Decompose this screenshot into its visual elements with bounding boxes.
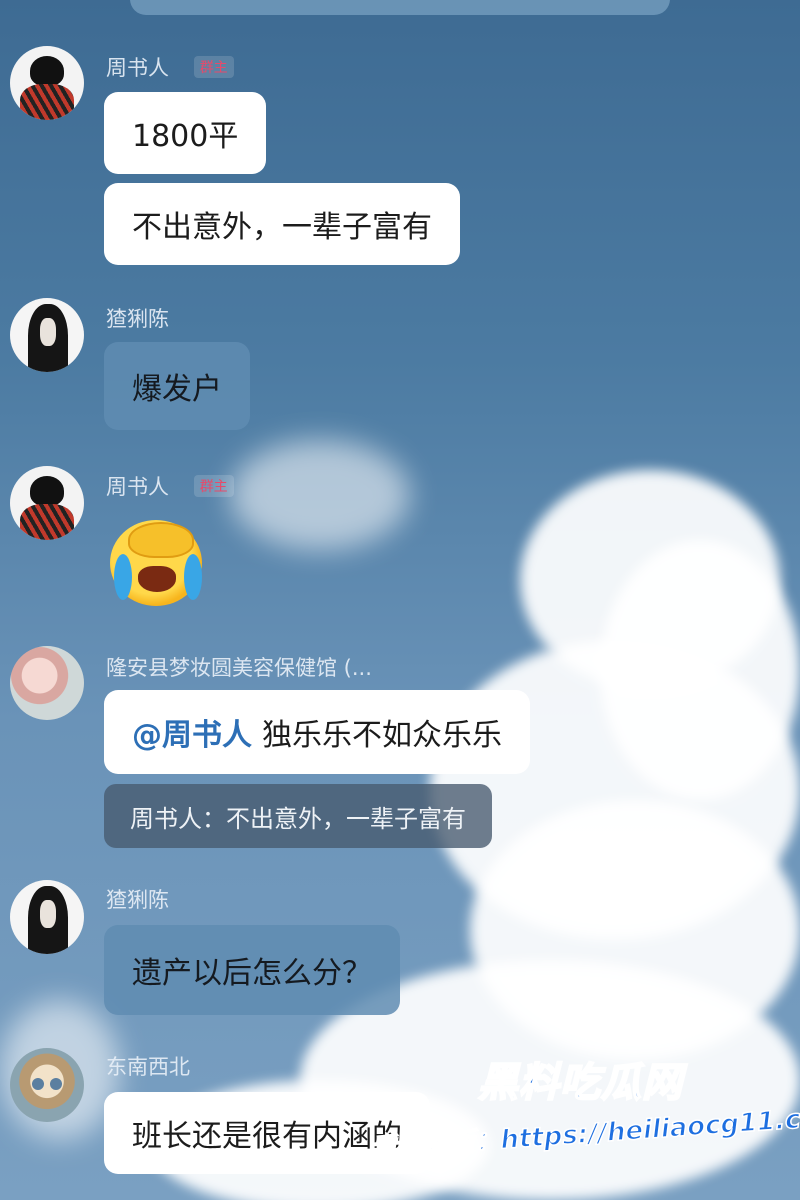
sender-label: 猹猁陈 xyxy=(106,888,169,912)
sender-label: 隆安县梦妆圆美容保健馆 (... xyxy=(106,656,372,680)
previous-message-bubble xyxy=(130,0,670,15)
message-bubble[interactable]: @周书人 独乐乐不如众乐乐 xyxy=(104,690,530,774)
sender-name: 猹猁陈 xyxy=(106,303,169,333)
sender-name: 猹猁陈 xyxy=(106,884,169,914)
sender-label: 东南西北 xyxy=(106,1055,190,1079)
message-bubble[interactable]: 1800平 xyxy=(104,92,267,174)
tear-shape xyxy=(184,554,202,600)
avatar[interactable] xyxy=(10,646,84,720)
mention-link[interactable]: @周书人 xyxy=(132,710,252,754)
sender-name: 隆安县梦妆圆美容保健馆 (... xyxy=(106,652,372,682)
quoted-message[interactable]: 周书人：不出意外，一辈子富有 xyxy=(104,784,492,848)
sender-name: 周书人 群主 xyxy=(106,471,234,501)
sender-name: 周书人 群主 xyxy=(106,52,234,82)
avatar[interactable] xyxy=(10,298,84,372)
avatar[interactable] xyxy=(10,1048,84,1122)
message-text: 独乐乐不如众乐乐 xyxy=(262,718,502,753)
watermark: 黑料吃瓜网 看完整版：https://heiliaocg11.com xyxy=(369,1050,800,1190)
avatar[interactable] xyxy=(10,466,84,540)
owner-badge: 群主 xyxy=(193,475,234,497)
avatar[interactable] xyxy=(10,880,84,954)
watermark-brand: 黑料吃瓜网 xyxy=(477,1059,683,1107)
message-bubble[interactable]: 爆发户 xyxy=(104,342,250,430)
owner-badge: 群主 xyxy=(193,56,234,78)
laugh-cry-emoji-icon[interactable] xyxy=(110,520,202,606)
mouth-shape xyxy=(138,566,176,592)
sender-label: 周书人 xyxy=(106,56,169,80)
message-bubble[interactable]: 遗产以后怎么分？ xyxy=(104,925,400,1015)
sender-label: 猹猁陈 xyxy=(106,307,169,331)
sender-label: 周书人 xyxy=(106,475,169,499)
hand-shape xyxy=(128,522,194,558)
message-bubble[interactable]: 不出意外，一辈子富有 xyxy=(104,183,460,265)
sender-name: 东南西北 xyxy=(106,1051,190,1081)
tear-shape xyxy=(114,554,132,600)
avatar[interactable] xyxy=(10,46,84,120)
